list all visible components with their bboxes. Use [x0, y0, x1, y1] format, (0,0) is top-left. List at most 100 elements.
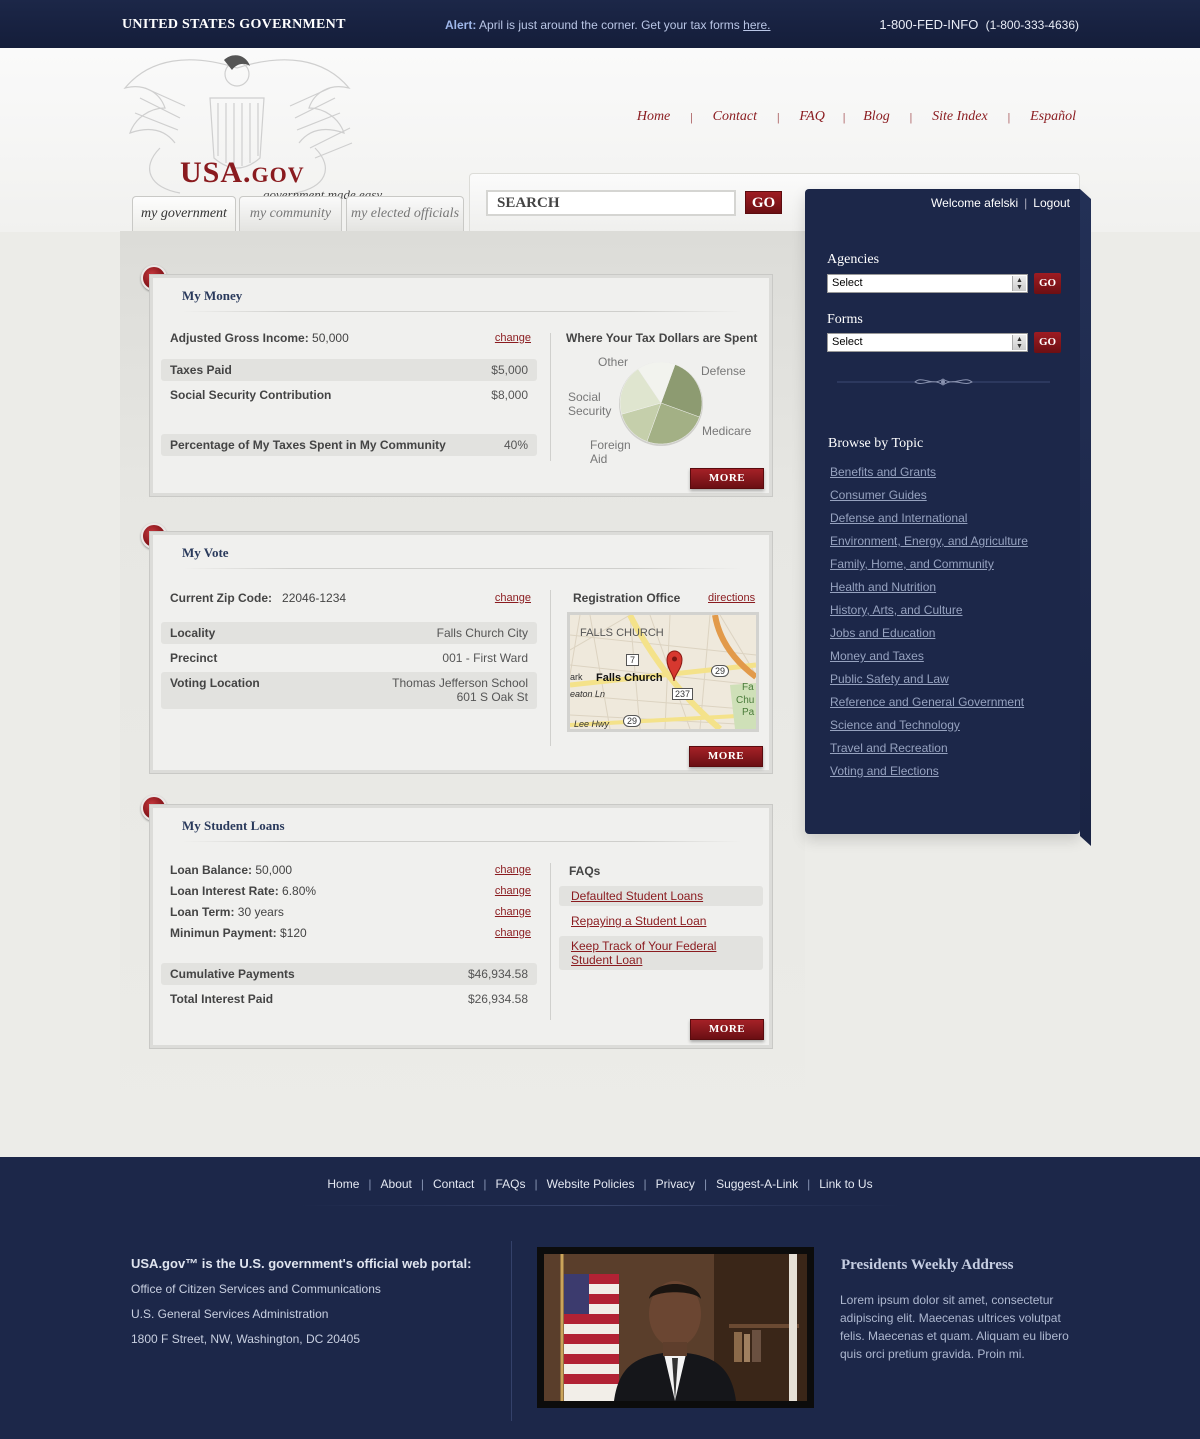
my-money-panel: My Money Adjusted Gross Income: 50,000 c…	[149, 274, 773, 497]
topic-link[interactable]: Family, Home, and Community	[830, 557, 994, 571]
pie-label-medicare: Medicare	[702, 424, 752, 438]
table-row: Total Interest Paid $26,934.58	[170, 992, 528, 1006]
nav-blog[interactable]: Blog	[863, 109, 889, 125]
footer-nav-link[interactable]: About	[381, 1177, 412, 1191]
nav-faq[interactable]: FAQ	[799, 109, 824, 125]
alert-link[interactable]: here.	[743, 18, 770, 32]
map-edge-label: Fa	[742, 682, 754, 693]
tab-my-elected-officials[interactable]: my elected officials	[346, 196, 464, 232]
footer-nav-link[interactable]: Link to Us	[819, 1177, 872, 1191]
footer-nav-separator: |	[368, 1177, 372, 1191]
welcome-bar: Welcome afelski | Logout	[931, 196, 1070, 210]
weekly-address-video[interactable]	[537, 1247, 814, 1408]
topic-link[interactable]: Environment, Energy, and Agriculture	[830, 534, 1028, 548]
map-area-label: FALLS CHURCH	[580, 627, 664, 639]
map-street-label: eaton Ln	[570, 689, 606, 699]
map-street-label: Lee Hwy	[574, 719, 610, 729]
footer-nav-link[interactable]: Suggest-A-Link	[716, 1177, 798, 1191]
more-button[interactable]: MORE	[689, 746, 763, 767]
road-marker: 237	[672, 688, 694, 700]
faq-link[interactable]: Repaying a Student Loan	[559, 911, 763, 931]
nav-espanol[interactable]: Español	[1030, 109, 1076, 125]
topic-link[interactable]: Health and Nutrition	[830, 580, 936, 594]
pie-label-foreign-aid: Foreign Aid	[590, 438, 631, 466]
forms-title: Forms	[827, 312, 863, 327]
table-row: Taxes Paid $5,000	[161, 359, 537, 381]
alert-label: Alert:	[445, 18, 477, 32]
map-street-label: ark	[570, 672, 583, 682]
footer-info-line: Office of Citizen Services and Communica…	[131, 1282, 381, 1296]
road-marker: 29	[711, 665, 730, 677]
footer-info-line: 1800 F Street, NW, Washington, DC 20405	[131, 1332, 361, 1346]
tab-my-community[interactable]: my community	[239, 196, 342, 232]
nav-contact[interactable]: Contact	[713, 109, 757, 125]
map-edge-label: Pa	[742, 707, 755, 718]
registration-map[interactable]: FALLS CHURCH Falls Church 7 29 237 29 ar…	[567, 612, 759, 732]
site-footer: Home | About | Contact | FAQs | Website Policies…	[0, 1157, 1200, 1439]
agencies-select[interactable]: Select ▲ ▼	[827, 274, 1028, 293]
footer-nav-link[interactable]: Privacy	[656, 1177, 695, 1191]
topic-link[interactable]: Jobs and Education	[830, 626, 935, 640]
phone-alt: (1-800-333-4636)	[985, 18, 1079, 32]
topic-link[interactable]: Public Safety and Law	[830, 672, 949, 686]
faq-link[interactable]: Keep Track of Your Federal Student Loan	[559, 936, 763, 970]
footer-nav-separator: |	[483, 1177, 487, 1191]
agencies-go-button[interactable]: GO	[1034, 273, 1061, 294]
nav-site-index[interactable]: Site Index	[932, 109, 988, 125]
right-sidebar: Welcome afelski | Logout Agencies Select ▲ ▼…	[805, 189, 1080, 834]
panel-title: My Student Loans	[182, 818, 285, 833]
search-go-button[interactable]: GO	[745, 191, 782, 214]
map-edge-label: Chu	[736, 695, 755, 706]
road-marker: 7	[626, 654, 640, 666]
footer-info: USA.gov™ is the U.S. government's offici…	[131, 1256, 471, 1357]
alert-banner: Alert: April is just around the corner. …	[445, 18, 771, 32]
weekly-address-title: Presidents Weekly Address	[841, 1257, 1014, 1273]
change-link[interactable]: change	[495, 327, 531, 349]
topic-link[interactable]: Money and Taxes	[830, 649, 924, 663]
faq-link[interactable]: Defaulted Student Loans	[559, 886, 763, 906]
table-row: Social Security Contribution $8,000	[170, 388, 528, 402]
site-logo[interactable]: USA.GOV	[180, 156, 305, 190]
forms-go-button[interactable]: GO	[1034, 332, 1061, 353]
change-link[interactable]: change	[495, 901, 531, 923]
footer-nav-link[interactable]: Contact	[433, 1177, 474, 1191]
topic-link[interactable]: Voting and Elections	[830, 764, 939, 778]
change-link[interactable]: change	[495, 587, 531, 609]
search-input[interactable]: SEARCH	[486, 190, 736, 216]
panel-title: My Money	[182, 288, 243, 303]
footer-nav-separator: |	[807, 1177, 811, 1191]
change-link[interactable]: change	[495, 922, 531, 944]
agi-row: Adjusted Gross Income: 50,000 change	[161, 327, 537, 349]
footer-nav-link[interactable]: FAQs	[496, 1177, 526, 1191]
road-marker: 29	[623, 715, 642, 727]
footer-nav-link[interactable]: Website Policies	[547, 1177, 635, 1191]
topic-link[interactable]: Defense and International	[830, 511, 967, 525]
topic-link[interactable]: Reference and General Government	[830, 695, 1024, 709]
topic-link[interactable]: Travel and Recreation	[830, 741, 948, 755]
tab-my-government[interactable]: my government	[132, 196, 236, 233]
footer-nav-link[interactable]: Home	[327, 1177, 359, 1191]
forms-select[interactable]: Select ▲ ▼	[827, 333, 1028, 352]
phone-main: 1-800-FED-INFO	[879, 17, 979, 32]
table-row: Voting Location Thomas Jefferson School 6…	[161, 672, 537, 709]
logout-link[interactable]: Logout	[1033, 196, 1070, 210]
table-row: Percentage of My Taxes Spent in My Commu…	[161, 434, 537, 456]
my-vote-panel: My Vote Current Zip Code: 22046-1234 cha…	[149, 531, 773, 774]
change-link[interactable]: change	[495, 880, 531, 902]
top-nav: Home | Contact | FAQ | Blog | Site Index | Es…	[636, 109, 1076, 125]
tax-pie-chart	[619, 361, 703, 446]
directions-link[interactable]: directions	[708, 592, 755, 604]
zip-row: Current Zip Code: 22046-1234 change	[161, 587, 537, 609]
panel-title: My Vote	[182, 545, 229, 560]
topic-link[interactable]: History, Arts, and Culture	[830, 603, 963, 617]
more-button[interactable]: MORE	[690, 1019, 764, 1040]
more-button[interactable]: MORE	[690, 468, 764, 489]
welcome-text: Welcome afelski	[931, 196, 1019, 210]
topic-link[interactable]: Benefits and Grants	[830, 465, 936, 479]
pie-label-defense: Defense	[701, 364, 746, 378]
change-link[interactable]: change	[495, 859, 531, 881]
topic-link[interactable]: Consumer Guides	[830, 488, 927, 502]
pie-label-other: Other	[598, 355, 629, 369]
topic-link[interactable]: Science and Technology	[830, 718, 960, 732]
nav-home[interactable]: Home	[637, 109, 670, 125]
